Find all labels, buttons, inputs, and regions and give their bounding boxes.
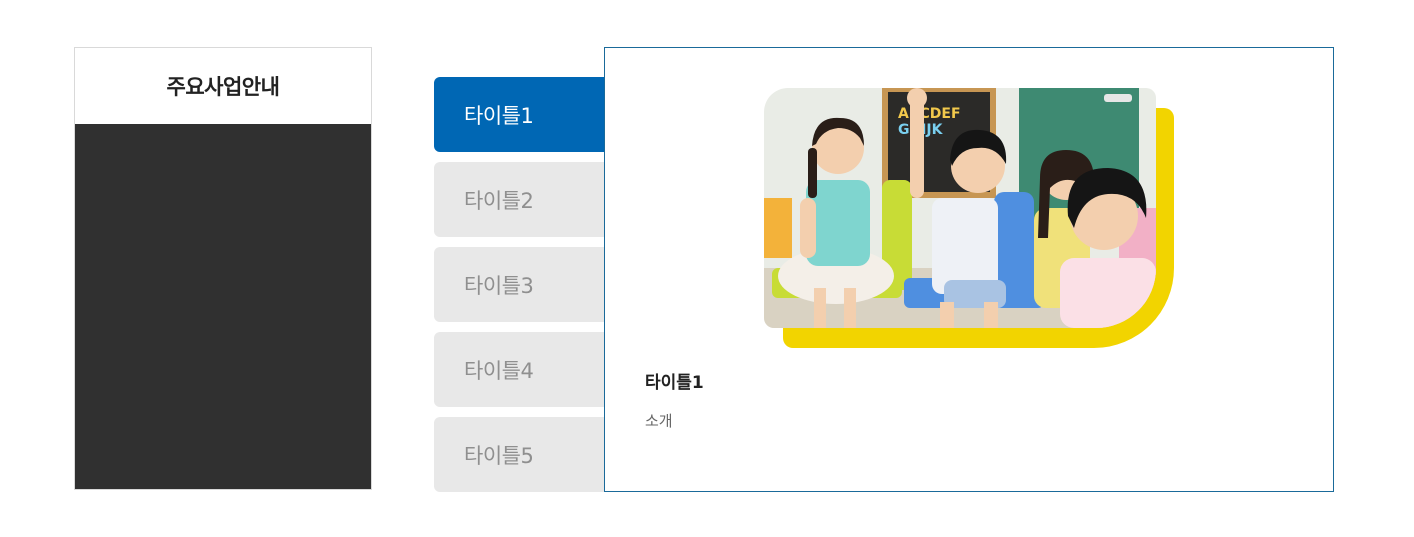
classroom-photo: ABCDEF GHIJK <box>764 88 1156 328</box>
tab-title-3[interactable]: 타이틀3 <box>434 247 614 322</box>
tab-title-5[interactable]: 타이틀5 <box>434 417 614 492</box>
sidebar-title: 주요사업안내 <box>166 75 280 99</box>
tab-list: 타이틀1 타이틀2 타이틀3 타이틀4 타이틀5 <box>434 77 614 502</box>
tab-title-2[interactable]: 타이틀2 <box>434 162 614 237</box>
content-description: 소개 <box>645 412 673 430</box>
sidebar-dark-panel <box>75 124 371 489</box>
photo-frame: ABCDEF GHIJK <box>764 88 1176 350</box>
blackboard-text-1: ABCDEF <box>898 106 961 122</box>
content-title: 타이틀1 <box>645 373 704 393</box>
content-panel: ABCDEF GHIJK <box>604 47 1334 492</box>
tab-title-1[interactable]: 타이틀1 <box>434 77 614 152</box>
sidebar-card: 주요사업안내 <box>74 47 372 490</box>
tab-title-4[interactable]: 타이틀4 <box>434 332 614 407</box>
